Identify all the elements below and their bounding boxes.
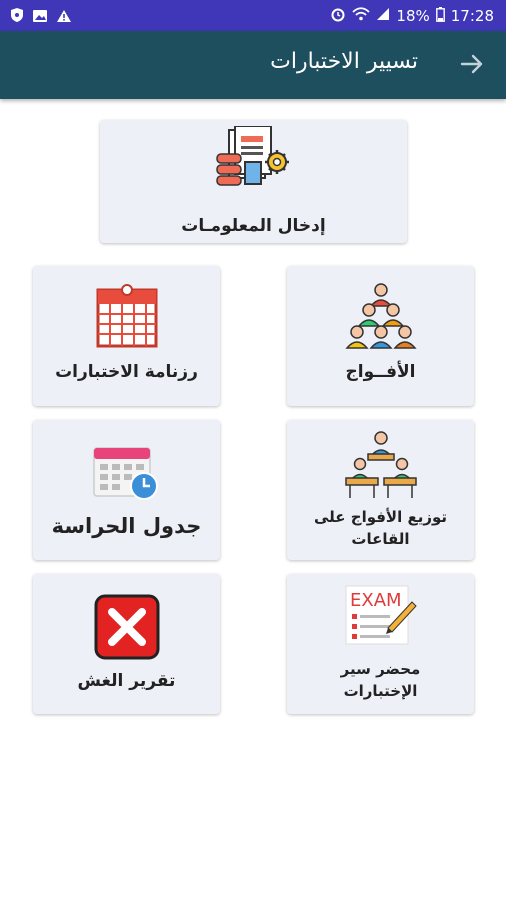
exam-sheet-icon: EXAM <box>344 584 418 652</box>
exam-minutes-label-1: محضر سير <box>340 660 421 678</box>
calendar-icon <box>94 282 160 354</box>
guard-schedule-label: جدول الحراسة <box>51 514 202 538</box>
cheating-report-label: تقرير الغش <box>77 671 176 691</box>
battery-icon <box>435 6 445 26</box>
groups-distribution-card[interactable]: توزيع الأفواج على القاعات <box>287 420 474 560</box>
svg-text:EXAM: EXAM <box>350 590 402 611</box>
shield-icon <box>10 7 24 27</box>
groups-distribution-label-2: القاعات <box>351 530 410 548</box>
groups-card[interactable]: الأفــواج <box>287 266 474 406</box>
groups-label: الأفــواج <box>345 362 416 382</box>
calendar-clock-icon <box>92 442 162 508</box>
back-button[interactable] <box>460 53 484 79</box>
exam-minutes-label-2: الإختبارات <box>343 682 418 700</box>
documents-gear-icon <box>209 125 299 200</box>
exam-minutes-card[interactable]: EXAM محضر سير الإختبارات <box>287 574 474 714</box>
classroom-icon <box>340 428 422 506</box>
exam-calendar-label: رزنامة الاختبارات <box>55 362 198 382</box>
groups-distribution-label-1: توزيع الأفواج على <box>313 508 448 526</box>
people-pyramid-icon <box>341 282 421 362</box>
battery-percent: 18% <box>396 7 430 25</box>
arrow-right-icon <box>460 54 483 74</box>
alarm-icon <box>330 6 346 26</box>
exam-calendar-card[interactable]: رزنامة الاختبارات <box>33 266 220 406</box>
wifi-icon <box>352 7 371 25</box>
red-x-icon <box>94 594 160 664</box>
guard-schedule-card[interactable]: جدول الحراسة <box>33 420 220 560</box>
warning-icon <box>56 8 72 27</box>
status-bar: 18% 17:28 <box>0 0 506 31</box>
image-icon <box>32 8 48 27</box>
data-entry-card[interactable]: إدخال المعلومـات <box>100 120 407 243</box>
cheating-report-card[interactable]: تقرير الغش <box>33 574 220 714</box>
data-entry-label: إدخال المعلومـات <box>181 216 326 236</box>
clock-time: 17:28 <box>450 7 494 25</box>
signal-icon <box>376 7 390 25</box>
app-bar: تسيير الاختبارات <box>0 31 506 99</box>
page-title: تسيير الاختبارات <box>270 49 418 74</box>
